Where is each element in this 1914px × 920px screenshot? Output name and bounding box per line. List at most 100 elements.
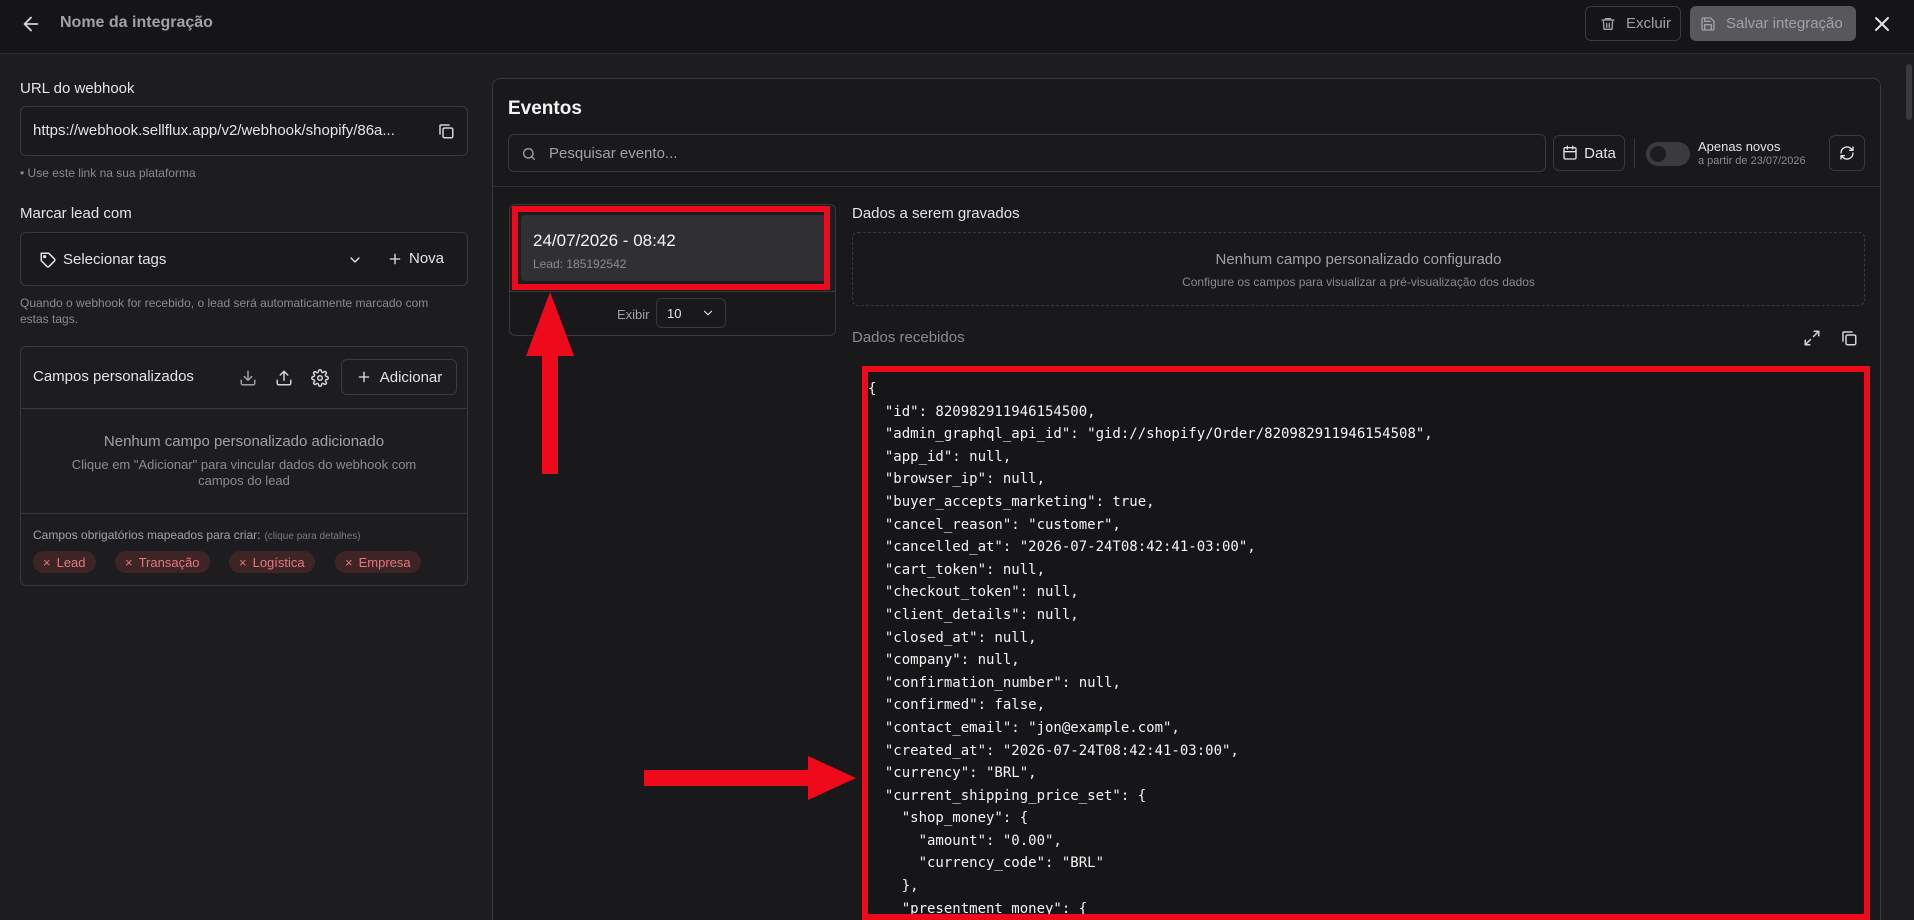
back-arrow-icon[interactable]	[20, 13, 42, 35]
json-line: "closed_at": null,	[868, 629, 1037, 646]
event-search[interactable]	[508, 134, 1546, 172]
toggle-knob	[1650, 146, 1666, 162]
event-lead: Lead: 185192542	[533, 257, 627, 271]
close-icon[interactable]	[1870, 12, 1894, 36]
chip-label: Logística	[252, 554, 305, 570]
chevron-down-icon	[701, 306, 715, 320]
json-line: "admin_graphql_api_id": "gid://shopify/O…	[868, 426, 1433, 443]
plus-icon	[356, 369, 372, 385]
event-list-item[interactable]: 24/07/2026 - 08:42 Lead: 185192542	[521, 215, 826, 281]
scrollbar-thumb[interactable]	[1906, 64, 1912, 120]
x-icon: ×	[125, 554, 133, 570]
json-line: "currency": "BRL",	[868, 765, 1037, 782]
date-filter-label: Data	[1584, 144, 1616, 162]
json-line: "created_at": "2026-07-24T08:42:41-03:00…	[868, 742, 1239, 759]
trash-icon	[1600, 16, 1616, 32]
tag-icon	[39, 251, 57, 269]
json-line: "buyer_accepts_marketing": true,	[868, 493, 1155, 510]
copy-icon[interactable]	[437, 122, 455, 140]
refresh-button[interactable]	[1829, 135, 1865, 171]
chip-label: Lead	[56, 554, 86, 570]
x-icon: ×	[239, 554, 247, 570]
custom-fields-title: Campos personalizados	[33, 368, 194, 385]
required-fields-label[interactable]: Campos obrigatórios mapeados para criar:…	[33, 528, 361, 542]
chevron-down-icon[interactable]	[347, 252, 363, 268]
x-icon: ×	[43, 554, 51, 570]
page-size-select[interactable]: 10	[656, 298, 726, 328]
no-field-subtitle: Configure os campos para visualizar a pr…	[1182, 275, 1535, 289]
delete-button[interactable]: Excluir	[1585, 6, 1681, 41]
chip-label: Empresa	[358, 554, 411, 570]
divider	[493, 186, 1880, 187]
plus-icon	[387, 251, 403, 267]
json-line: "browser_ip": null,	[868, 471, 1046, 488]
events-title: Eventos	[508, 98, 582, 119]
download-icon[interactable]	[239, 369, 257, 387]
only-new-label: Apenas novos	[1698, 139, 1781, 154]
divider	[1634, 138, 1635, 168]
required-fields-text: Campos obrigatórios mapeados para criar:	[33, 528, 261, 542]
required-chip-transacao[interactable]: × Transação	[115, 551, 210, 573]
date-filter-button[interactable]: Data	[1553, 135, 1625, 171]
json-line: "id": 820982911946154500,	[868, 403, 1096, 420]
search-input[interactable]	[549, 135, 1529, 171]
event-date: 24/07/2026 - 08:42	[533, 231, 676, 250]
gear-icon[interactable]	[311, 369, 329, 387]
event-list: 24/07/2026 - 08:42 Lead: 185192542 Exibi…	[509, 204, 836, 336]
scrollbar-track[interactable]	[1904, 54, 1914, 920]
json-line: "confirmation_number": null,	[868, 674, 1121, 691]
delete-label: Excluir	[1626, 15, 1672, 32]
calendar-icon	[1562, 145, 1578, 161]
page-size-value: 10	[667, 305, 682, 321]
save-icon	[1700, 16, 1716, 32]
expand-icon[interactable]	[1803, 329, 1821, 347]
refresh-icon	[1840, 146, 1854, 160]
json-content: { "id": 820982911946154500, "admin_graph…	[868, 378, 1433, 920]
upload-icon[interactable]	[275, 369, 293, 387]
json-line: {	[868, 381, 877, 397]
json-line: "cancel_reason": "customer",	[868, 516, 1121, 533]
json-line: "contact_email": "jon@example.com",	[868, 719, 1180, 736]
received-data-label: Dados recebidos	[852, 329, 965, 346]
json-line: "shop_money": {	[868, 810, 1029, 827]
top-bar: Nome da integração Excluir Salvar integr…	[0, 0, 1914, 54]
custom-fields-empty-title: Nenhum campo personalizado adicionado	[103, 433, 385, 450]
json-line: "currency_code": "BRL"	[868, 855, 1105, 872]
json-line: "presentment_money": {	[868, 900, 1088, 917]
mark-lead-hint: Quando o webhook for recebido, o lead se…	[20, 296, 429, 326]
new-tag-button[interactable]: Nova	[387, 250, 444, 267]
add-field-button[interactable]: Adicionar	[341, 359, 457, 395]
webhook-url-hint: • Use este link na sua plataforma	[20, 166, 196, 180]
data-to-save-label: Dados a serem gravados	[852, 205, 1020, 222]
show-label: Exibir	[617, 307, 650, 322]
save-label: Salvar integração	[1726, 15, 1843, 32]
data-to-save-box: Nenhum campo personalizado configurado C…	[852, 232, 1865, 306]
received-json-viewer[interactable]: { "id": 820982911946154500, "admin_graph…	[862, 366, 1870, 920]
json-line: "amount": "0.00",	[868, 832, 1062, 849]
required-chip-logistica[interactable]: × Logística	[229, 551, 315, 573]
copy-icon[interactable]	[1840, 329, 1858, 347]
custom-fields-empty-subtitle: Clique em "Adicionar" para vincular dado…	[71, 457, 417, 488]
custom-fields-card: Campos personalizados Adicionar Nenhum c…	[20, 346, 468, 586]
json-line: "cancelled_at": "2026-07-24T08:42:41-03:…	[868, 539, 1256, 556]
required-chip-lead[interactable]: × Lead	[33, 551, 96, 573]
webhook-url-field[interactable]: https://webhook.sellflux.app/v2/webhook/…	[20, 106, 468, 156]
select-tags-dropdown[interactable]: Selecionar tags	[63, 251, 166, 268]
json-line: "confirmed": false,	[868, 697, 1046, 714]
json-line: },	[868, 878, 919, 895]
webhook-url-value[interactable]: https://webhook.sellflux.app/v2/webhook/…	[33, 122, 437, 139]
no-field-title: Nenhum campo personalizado configurado	[1215, 251, 1502, 268]
json-line: "current_shipping_price_set": {	[868, 787, 1147, 804]
save-integration-button[interactable]: Salvar integração	[1690, 6, 1856, 41]
new-tag-label: Nova	[409, 250, 445, 267]
webhook-url-label: URL do webhook	[20, 80, 135, 97]
event-list-footer: Exibir 10	[510, 291, 835, 335]
x-icon: ×	[345, 554, 353, 570]
json-line: "app_id": null,	[868, 448, 1012, 465]
json-line: "checkout_token": null,	[868, 584, 1079, 601]
required-fields-hint: (clique para detalhes)	[264, 531, 361, 542]
only-new-toggle[interactable]	[1646, 142, 1690, 166]
required-fields-section: Campos obrigatórios mapeados para criar:…	[21, 513, 467, 585]
chip-label: Transação	[138, 554, 200, 570]
required-chip-empresa[interactable]: × Empresa	[335, 551, 421, 573]
